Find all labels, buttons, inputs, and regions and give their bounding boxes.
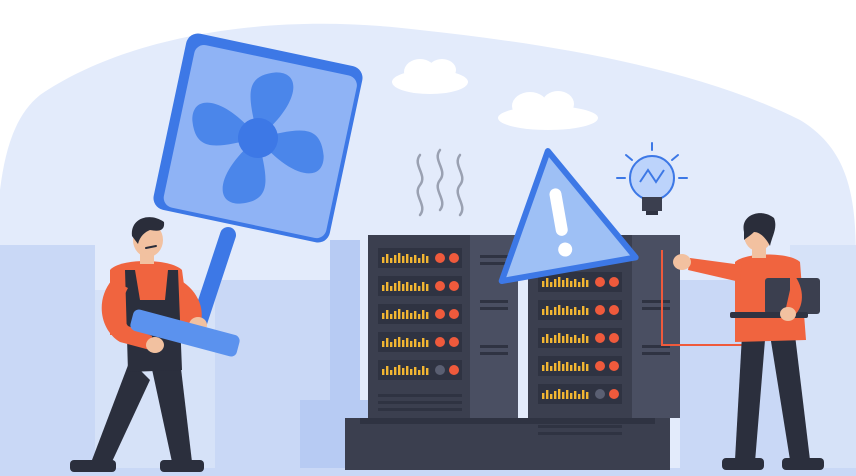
server-unit bbox=[538, 384, 622, 404]
server-unit bbox=[378, 276, 462, 296]
server-unit bbox=[378, 332, 462, 352]
server-unit bbox=[538, 300, 622, 320]
server-unit bbox=[538, 328, 622, 348]
server-unit bbox=[378, 360, 462, 380]
server-unit bbox=[378, 248, 462, 268]
server-scene bbox=[0, 23, 856, 476]
server-unit bbox=[538, 356, 622, 376]
server-unit bbox=[378, 304, 462, 324]
illustration-canvas bbox=[0, 0, 856, 476]
server-rack-left bbox=[368, 235, 518, 418]
